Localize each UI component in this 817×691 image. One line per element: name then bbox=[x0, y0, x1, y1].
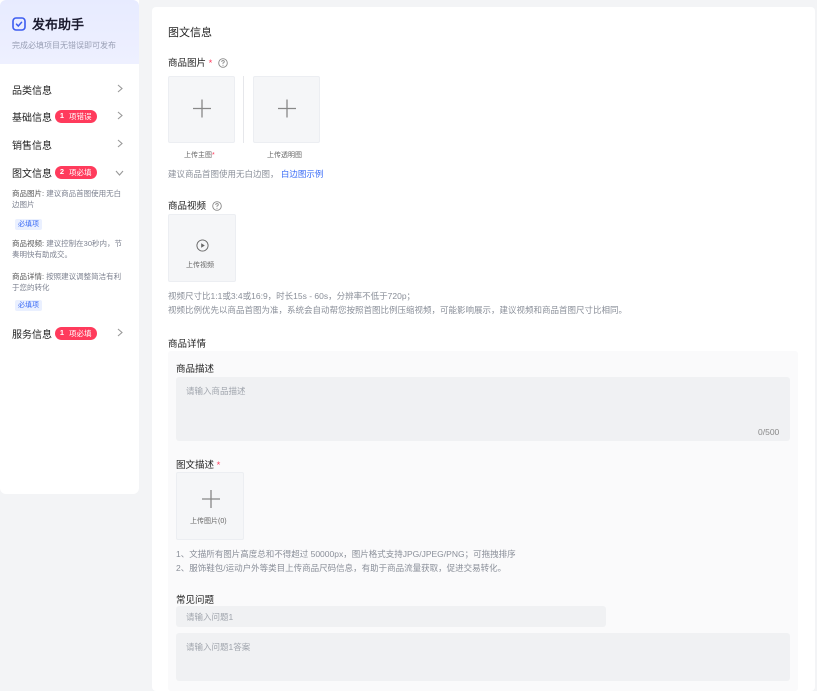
image-hint-text: 建议商品首图使用无白边图， bbox=[168, 169, 279, 179]
upload-images-caption: 上传图片(0) bbox=[190, 518, 227, 525]
nav-item-category[interactable]: 品类信息 bbox=[0, 79, 139, 99]
error-badge: 1 项错误 bbox=[55, 109, 97, 123]
divider bbox=[243, 76, 244, 143]
upload-transparent-caption: 上传透明图 bbox=[267, 152, 302, 159]
chevron-right-icon bbox=[117, 84, 123, 96]
product-desc-label: 商品描述 bbox=[176, 364, 215, 375]
product-video-label: 商品视频 bbox=[168, 198, 222, 214]
nav-label-basic: 基础信息 bbox=[12, 112, 52, 124]
plus-icon bbox=[192, 98, 212, 121]
video-hint-1: 视频尺寸比1:1或3:4或16:9，时长15s - 60s，分辨率不低于720p… bbox=[168, 291, 416, 301]
badge-count: 1 bbox=[57, 111, 67, 121]
product-detail-title: 商品详情 bbox=[168, 339, 207, 350]
help-icon[interactable] bbox=[211, 201, 222, 214]
badge-text: 项错误 bbox=[69, 111, 92, 121]
plus-icon bbox=[201, 489, 221, 512]
assistant-icon bbox=[12, 16, 26, 31]
product-detail-panel: 商品描述 0/500 图文描述 * 上传图片(0) 1、文描所有图片高度总和不得… bbox=[168, 351, 798, 691]
product-image-label: 商品图片 * bbox=[168, 55, 228, 71]
video-hint-2: 视频比例优先以商品首图为准，系统会自动帮您按照首图比例压缩视频，可能影响展示，建… bbox=[168, 305, 628, 315]
nav-label-service: 服务信息 bbox=[12, 329, 52, 341]
required-star: * bbox=[212, 152, 215, 159]
upload-main-image-button[interactable] bbox=[168, 76, 235, 143]
badge-text: 项必填 bbox=[69, 167, 92, 177]
badge-text: 项必填 bbox=[69, 328, 92, 338]
faq-label: 常见问题 bbox=[176, 595, 215, 606]
note-detail-key: 商品详情: bbox=[12, 272, 45, 281]
nav-item-sales[interactable]: 销售信息 bbox=[0, 134, 139, 154]
desc-char-counter: 0/500 bbox=[758, 427, 780, 437]
required-tag: 必填项 bbox=[15, 300, 42, 311]
upload-video-caption: 上传视频 bbox=[186, 262, 214, 269]
play-icon bbox=[196, 239, 209, 255]
nav-label-graphic: 图文信息 bbox=[12, 168, 52, 180]
chevron-right-icon bbox=[117, 139, 123, 151]
upload-main-caption: 上传主图* bbox=[184, 150, 215, 160]
chevron-down-icon bbox=[115, 168, 124, 179]
required-star: * bbox=[216, 460, 221, 471]
faq-answer-textarea[interactable] bbox=[176, 633, 790, 681]
product-desc-textarea[interactable] bbox=[176, 377, 790, 441]
upload-transparent-image-button[interactable] bbox=[253, 76, 320, 143]
required-star: * bbox=[208, 58, 213, 69]
assistant-title: 发布助手 bbox=[32, 17, 85, 32]
graphic-desc-label: 图文描述 * bbox=[176, 457, 220, 471]
assistant-title-row: 发布助手 bbox=[12, 14, 127, 33]
nav-item-basic[interactable]: 基础信息 1 项错误 bbox=[0, 106, 139, 126]
nav-label-category: 品类信息 bbox=[12, 85, 52, 97]
nav-item-service[interactable]: 服务信息 1 项必填 bbox=[0, 323, 139, 343]
assistant-subtitle: 完成必填项目无错误即可发布 bbox=[12, 41, 116, 50]
nav-label-sales: 销售信息 bbox=[12, 140, 52, 152]
plus-icon bbox=[277, 98, 297, 121]
white-border-example-link[interactable]: 白边图示例 bbox=[281, 169, 324, 179]
graphic-hint-1: 1、文描所有图片高度总和不得超过 50000px，图片格式支持JPG/JPEG/… bbox=[176, 549, 516, 559]
graphic-hint-2: 2、服饰鞋包/运动户外等类目上传商品尺码信息，有助于商品流量获取，促进交易转化。 bbox=[176, 563, 507, 573]
required-tag: 必填项 bbox=[15, 219, 42, 230]
badge-count: 2 bbox=[57, 167, 67, 177]
chevron-right-icon bbox=[117, 328, 123, 340]
note-video: 商品视频: 建议控制在30秒内，节奏明快有助成交。 bbox=[12, 238, 124, 260]
note-image: 商品图片: 建议商品首图使用无白边图片 bbox=[12, 188, 124, 210]
image-hint: 建议商品首图使用无白边图， 白边图示例 bbox=[168, 168, 323, 180]
publish-assistant-sidebar: 发布助手 完成必填项目无错误即可发布 品类信息 基础信息 1 项错误 销售信息 图… bbox=[0, 0, 139, 494]
faq-question-input[interactable] bbox=[176, 606, 606, 627]
note-detail: 商品详情: 按照建议调整简洁有利于您的转化 bbox=[12, 271, 124, 293]
help-icon[interactable] bbox=[218, 58, 228, 71]
chevron-right-icon bbox=[117, 111, 123, 123]
upload-video-button[interactable]: 上传视频 bbox=[168, 214, 236, 282]
note-image-key: 商品图片: bbox=[12, 189, 45, 198]
assistant-header: 发布助手 完成必填项目无错误即可发布 bbox=[0, 0, 139, 64]
required-badge: 2 项必填 bbox=[55, 165, 97, 179]
upload-images-button[interactable]: 上传图片(0) bbox=[176, 472, 244, 540]
note-video-key: 商品视频: bbox=[12, 239, 45, 248]
graphic-info-panel: 图文信息 商品图片 * 上传主图* 上传透明图 建议商品首图使用无白边图， 白边… bbox=[152, 7, 815, 691]
product-video-label-text: 商品视频 bbox=[168, 201, 207, 212]
required-badge: 1 项必填 bbox=[55, 326, 97, 340]
badge-count: 1 bbox=[57, 328, 67, 338]
upload-main-caption-text: 上传主图 bbox=[184, 152, 212, 159]
nav-item-graphic[interactable]: 图文信息 2 项必填 bbox=[0, 162, 139, 182]
graphic-desc-label-text: 图文描述 bbox=[176, 460, 215, 471]
section-title: 图文信息 bbox=[168, 27, 212, 39]
product-image-label-text: 商品图片 bbox=[168, 58, 207, 69]
